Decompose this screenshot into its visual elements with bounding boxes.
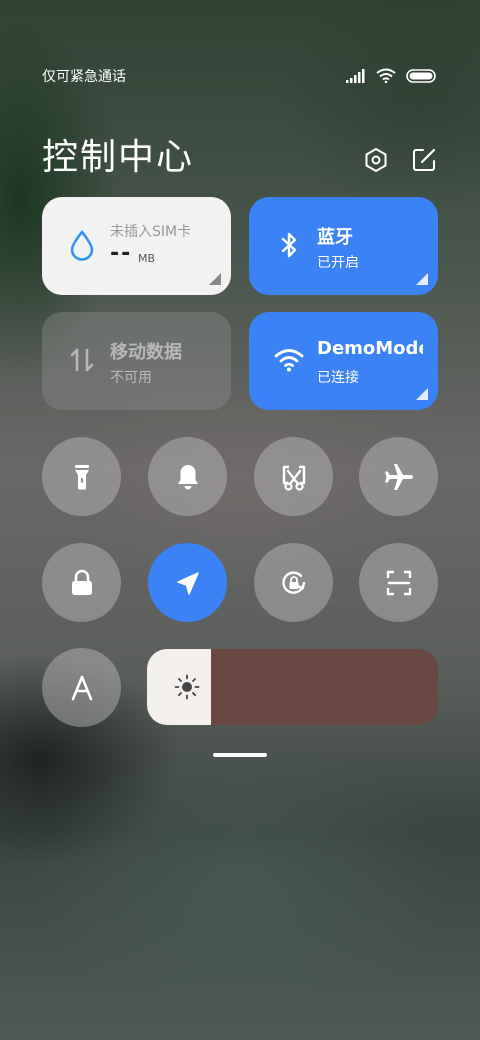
expand-corner-icon[interactable] bbox=[416, 273, 428, 285]
location-icon bbox=[176, 571, 199, 595]
screenshot-toggle[interactable] bbox=[254, 437, 333, 516]
mobile-data-tile[interactable]: 移动数据 不可用 bbox=[42, 312, 231, 410]
sim-status-label: 未插入SIM卡 bbox=[110, 224, 192, 240]
carrier-text: 仅可紧急通话 bbox=[42, 69, 126, 85]
airplane-icon bbox=[384, 463, 413, 490]
screenshot-icon bbox=[282, 465, 305, 491]
sun-icon bbox=[174, 674, 200, 700]
flashlight-toggle[interactable] bbox=[42, 437, 121, 516]
mobile-data-label: 移动数据 bbox=[110, 342, 182, 363]
data-transfer-icon bbox=[70, 348, 94, 372]
bluetooth-tile[interactable]: 蓝牙 已开启 bbox=[249, 197, 438, 295]
font-size-icon bbox=[71, 675, 92, 700]
dismiss-handle[interactable] bbox=[213, 753, 267, 757]
edit-button[interactable] bbox=[410, 146, 438, 174]
bluetooth-label: 蓝牙 bbox=[317, 227, 353, 248]
wifi-icon bbox=[274, 349, 304, 372]
bluetooth-status: 已开启 bbox=[317, 255, 359, 271]
rotation-lock-toggle[interactable] bbox=[254, 543, 333, 622]
bell-icon bbox=[177, 464, 198, 489]
bluetooth-icon bbox=[281, 232, 297, 258]
airplane-mode-toggle[interactable] bbox=[359, 437, 438, 516]
wifi-status-icon bbox=[376, 68, 396, 83]
wifi-network-name: DemoMode bbox=[317, 338, 423, 359]
signal-icon bbox=[346, 68, 365, 83]
settings-button[interactable] bbox=[362, 146, 390, 174]
data-usage-tile[interactable]: 未插入SIM卡 -- MB bbox=[42, 197, 231, 295]
expand-corner-icon bbox=[209, 273, 221, 285]
data-usage-unit: MB bbox=[138, 252, 156, 265]
expand-corner-icon[interactable] bbox=[416, 388, 428, 400]
lock-icon bbox=[71, 569, 92, 595]
status-bar: 仅可紧急通话 bbox=[42, 64, 436, 88]
page-title: 控制中心 bbox=[42, 137, 195, 178]
data-usage-value: -- bbox=[110, 241, 133, 266]
hexagon-settings-icon bbox=[365, 148, 387, 172]
brightness-slider[interactable] bbox=[147, 649, 438, 725]
sound-toggle[interactable] bbox=[148, 437, 227, 516]
battery-icon bbox=[406, 68, 436, 83]
edit-icon bbox=[413, 148, 436, 171]
flashlight-icon bbox=[74, 464, 89, 489]
wifi-status: 已连接 bbox=[317, 370, 359, 386]
lock-screen-toggle[interactable] bbox=[42, 543, 121, 622]
mobile-data-status: 不可用 bbox=[110, 370, 152, 386]
status-icons bbox=[346, 68, 436, 83]
scan-icon bbox=[386, 570, 411, 595]
scan-toggle[interactable] bbox=[359, 543, 438, 622]
water-drop-icon bbox=[70, 229, 94, 261]
rotation-lock-icon bbox=[281, 570, 305, 594]
wifi-tile[interactable]: DemoMode 已连接 bbox=[249, 312, 438, 410]
location-toggle[interactable] bbox=[148, 543, 227, 622]
font-size-toggle[interactable] bbox=[42, 648, 121, 727]
